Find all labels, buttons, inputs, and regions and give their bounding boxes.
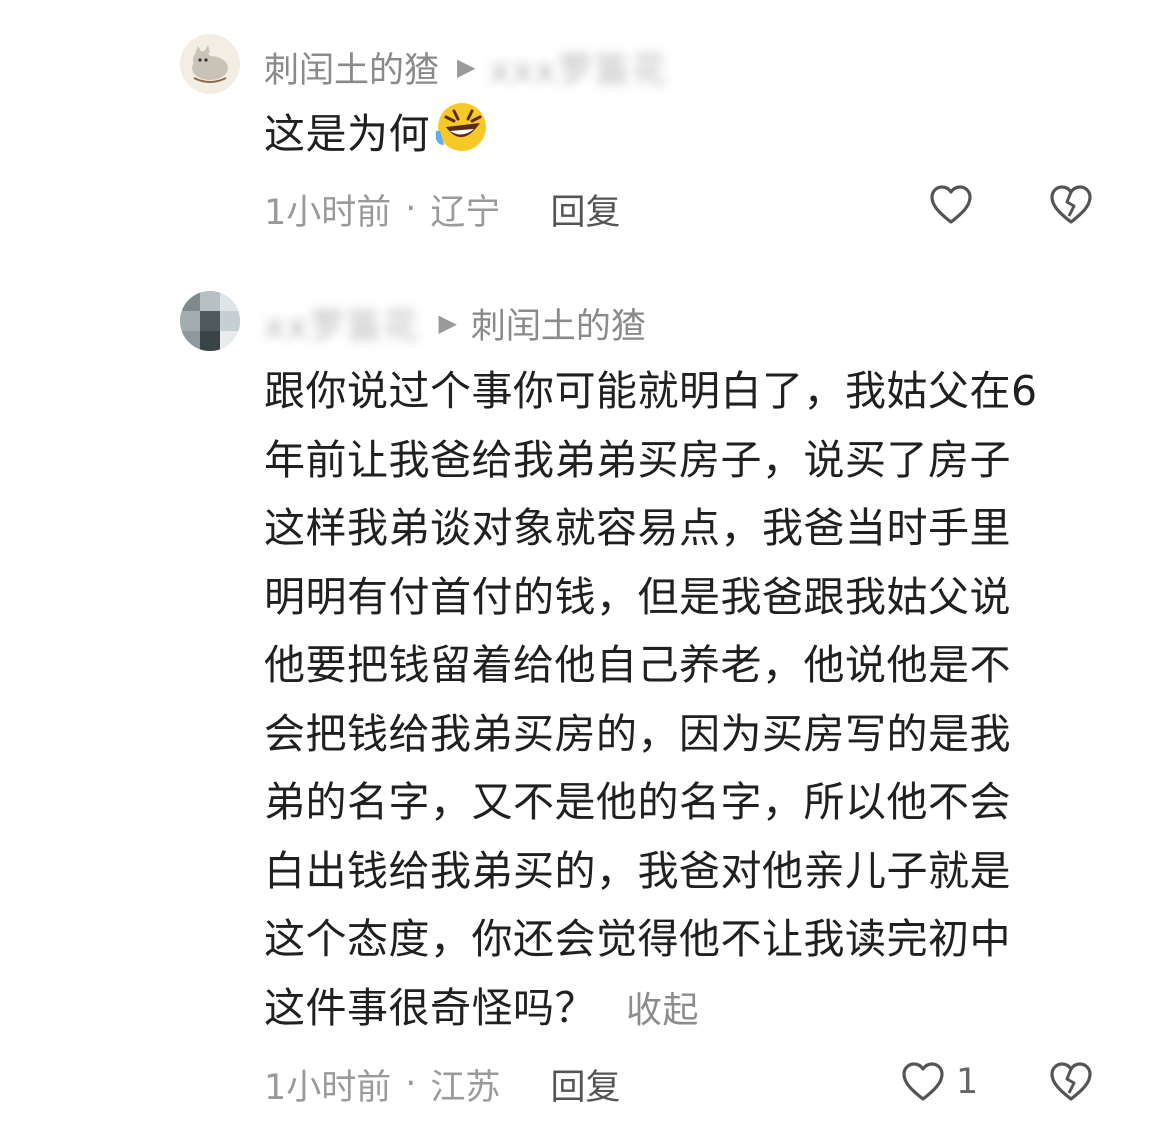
author-name[interactable]: xx罗笛花 bbox=[264, 298, 420, 349]
rolling-laughing-emoji-icon bbox=[432, 101, 490, 174]
meta-separator: · bbox=[405, 189, 417, 229]
dislike-button[interactable] bbox=[1048, 182, 1094, 228]
text-line: 跟你说过个事你可能就明白了，我姑父在6 bbox=[264, 367, 1038, 415]
author-name[interactable]: 刺闰土的猹 bbox=[264, 42, 439, 93]
like-button[interactable]: 1 bbox=[900, 1059, 978, 1105]
text-line: 弟的名字，又不是他的名字，所以他不会 bbox=[264, 778, 1011, 826]
text-line-content: 这件事很奇怪吗？ bbox=[264, 983, 596, 1032]
location: 江苏 bbox=[430, 1067, 501, 1108]
text-line: 这样我弟谈对象就容易点，我爸当时手里 bbox=[264, 504, 1011, 552]
heart-icon bbox=[930, 185, 972, 224]
comment-text: 跟你说过个事你可能就明白了，我姑父在6 年前让我爸给我弟弟买房子，说买了房子 这… bbox=[264, 357, 1038, 1045]
text-line-last: 这件事很奇怪吗？ 收起 bbox=[264, 974, 1038, 1046]
text-line: 白出钱给我弟买的，我爸对他亲儿子就是 bbox=[264, 846, 1011, 895]
heart-icon bbox=[902, 1062, 944, 1101]
reply-button[interactable]: 回复 bbox=[550, 184, 620, 235]
timestamp: 1小时前 bbox=[264, 192, 392, 233]
meta-separator: · bbox=[405, 1064, 417, 1104]
collapse-button[interactable]: 收起 bbox=[626, 990, 699, 1031]
dislike-button[interactable] bbox=[1048, 1059, 1094, 1105]
reply-to-name[interactable]: xxx罗笛花 bbox=[489, 42, 668, 93]
text-line: 明明有付首付的钱，但是我爸跟我姑父说 bbox=[264, 572, 1011, 621]
comment-meta: 1小时前 · 江苏 回复 bbox=[264, 1059, 620, 1109]
reply-to-name[interactable]: 刺闰土的猹 bbox=[471, 298, 646, 349]
cat-avatar-icon bbox=[180, 34, 240, 94]
comment-meta: 1小时前 · 辽宁 回复 bbox=[264, 184, 620, 234]
broken-heart-icon bbox=[1050, 1062, 1092, 1101]
reply-arrow-icon: ▶ bbox=[438, 309, 457, 337]
mosaic-avatar-icon bbox=[180, 291, 240, 351]
text-line: 会把钱给我弟买房的，因为买房写的是我 bbox=[264, 709, 1011, 758]
like-button[interactable] bbox=[928, 182, 974, 228]
like-count: 1 bbox=[956, 1062, 979, 1102]
text-line: 年前让我爸给我弟弟买房子，说买了房子 bbox=[264, 435, 1011, 484]
broken-heart-icon bbox=[1050, 185, 1092, 224]
timestamp: 1小时前 bbox=[264, 1067, 392, 1108]
comment-header: 刺闰土的猹 ▶ xxx罗笛花 bbox=[264, 42, 669, 92]
comment-text-content: 这是为何 bbox=[264, 110, 430, 158]
avatar-blurred[interactable] bbox=[180, 291, 240, 351]
text-line: 这个态度，你还会觉得他不让我读完初中 bbox=[264, 915, 1011, 963]
reply-button[interactable]: 回复 bbox=[550, 1059, 620, 1110]
avatar-cat[interactable] bbox=[180, 34, 240, 94]
location: 辽宁 bbox=[430, 192, 501, 233]
comment-text: 这是为何 bbox=[264, 100, 490, 173]
comment-header: xx罗笛花 ▶ 刺闰土的猹 bbox=[264, 298, 646, 348]
text-line: 他要把钱留着给他自己养老，他说他是不 bbox=[264, 641, 1011, 689]
reply-arrow-icon: ▶ bbox=[457, 53, 476, 81]
